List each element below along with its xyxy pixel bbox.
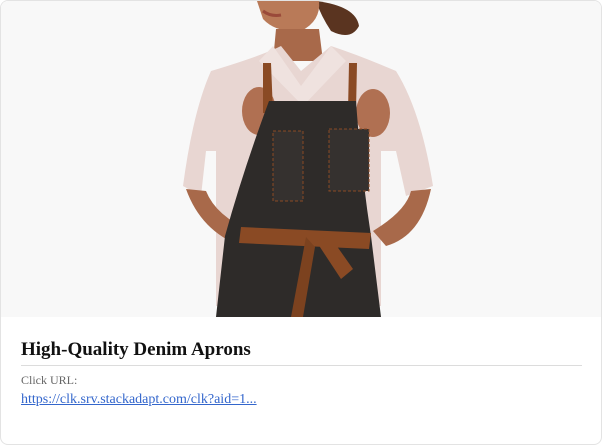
ad-card: High-Quality Denim Aprons Click URL: htt… bbox=[0, 0, 602, 445]
divider bbox=[21, 365, 582, 366]
apron-photo bbox=[1, 1, 601, 317]
product-image[interactable] bbox=[1, 1, 601, 317]
click-url-label: Click URL: bbox=[21, 373, 78, 387]
click-url-link[interactable]: https://clk.srv.stackadapt.com/clk?aid=1… bbox=[21, 392, 257, 408]
ad-title[interactable]: High-Quality Denim Aprons bbox=[21, 339, 251, 361]
